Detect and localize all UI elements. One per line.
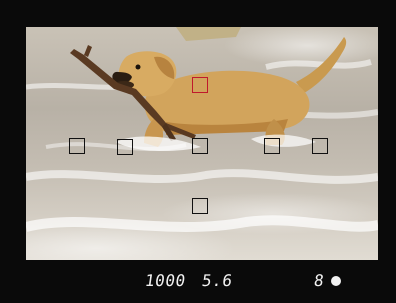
frame-count-readout: 8 [312, 271, 326, 290]
af-point-far-left[interactable] [69, 138, 85, 154]
shutter-speed-readout: 1000 [143, 271, 187, 290]
focus-confirm-icon [331, 276, 341, 286]
af-point-center[interactable] [192, 138, 208, 154]
af-point-bottom-center[interactable] [192, 198, 208, 214]
viewfinder-scene [26, 27, 378, 260]
af-point-far-right[interactable] [312, 138, 328, 154]
aperture-readout: 5.6 [200, 271, 234, 290]
af-point-right[interactable] [264, 138, 280, 154]
af-point-left[interactable] [117, 139, 133, 155]
af-point-top-center[interactable] [192, 77, 208, 93]
camera-viewfinder: 1000 5.6 8 [0, 0, 396, 303]
